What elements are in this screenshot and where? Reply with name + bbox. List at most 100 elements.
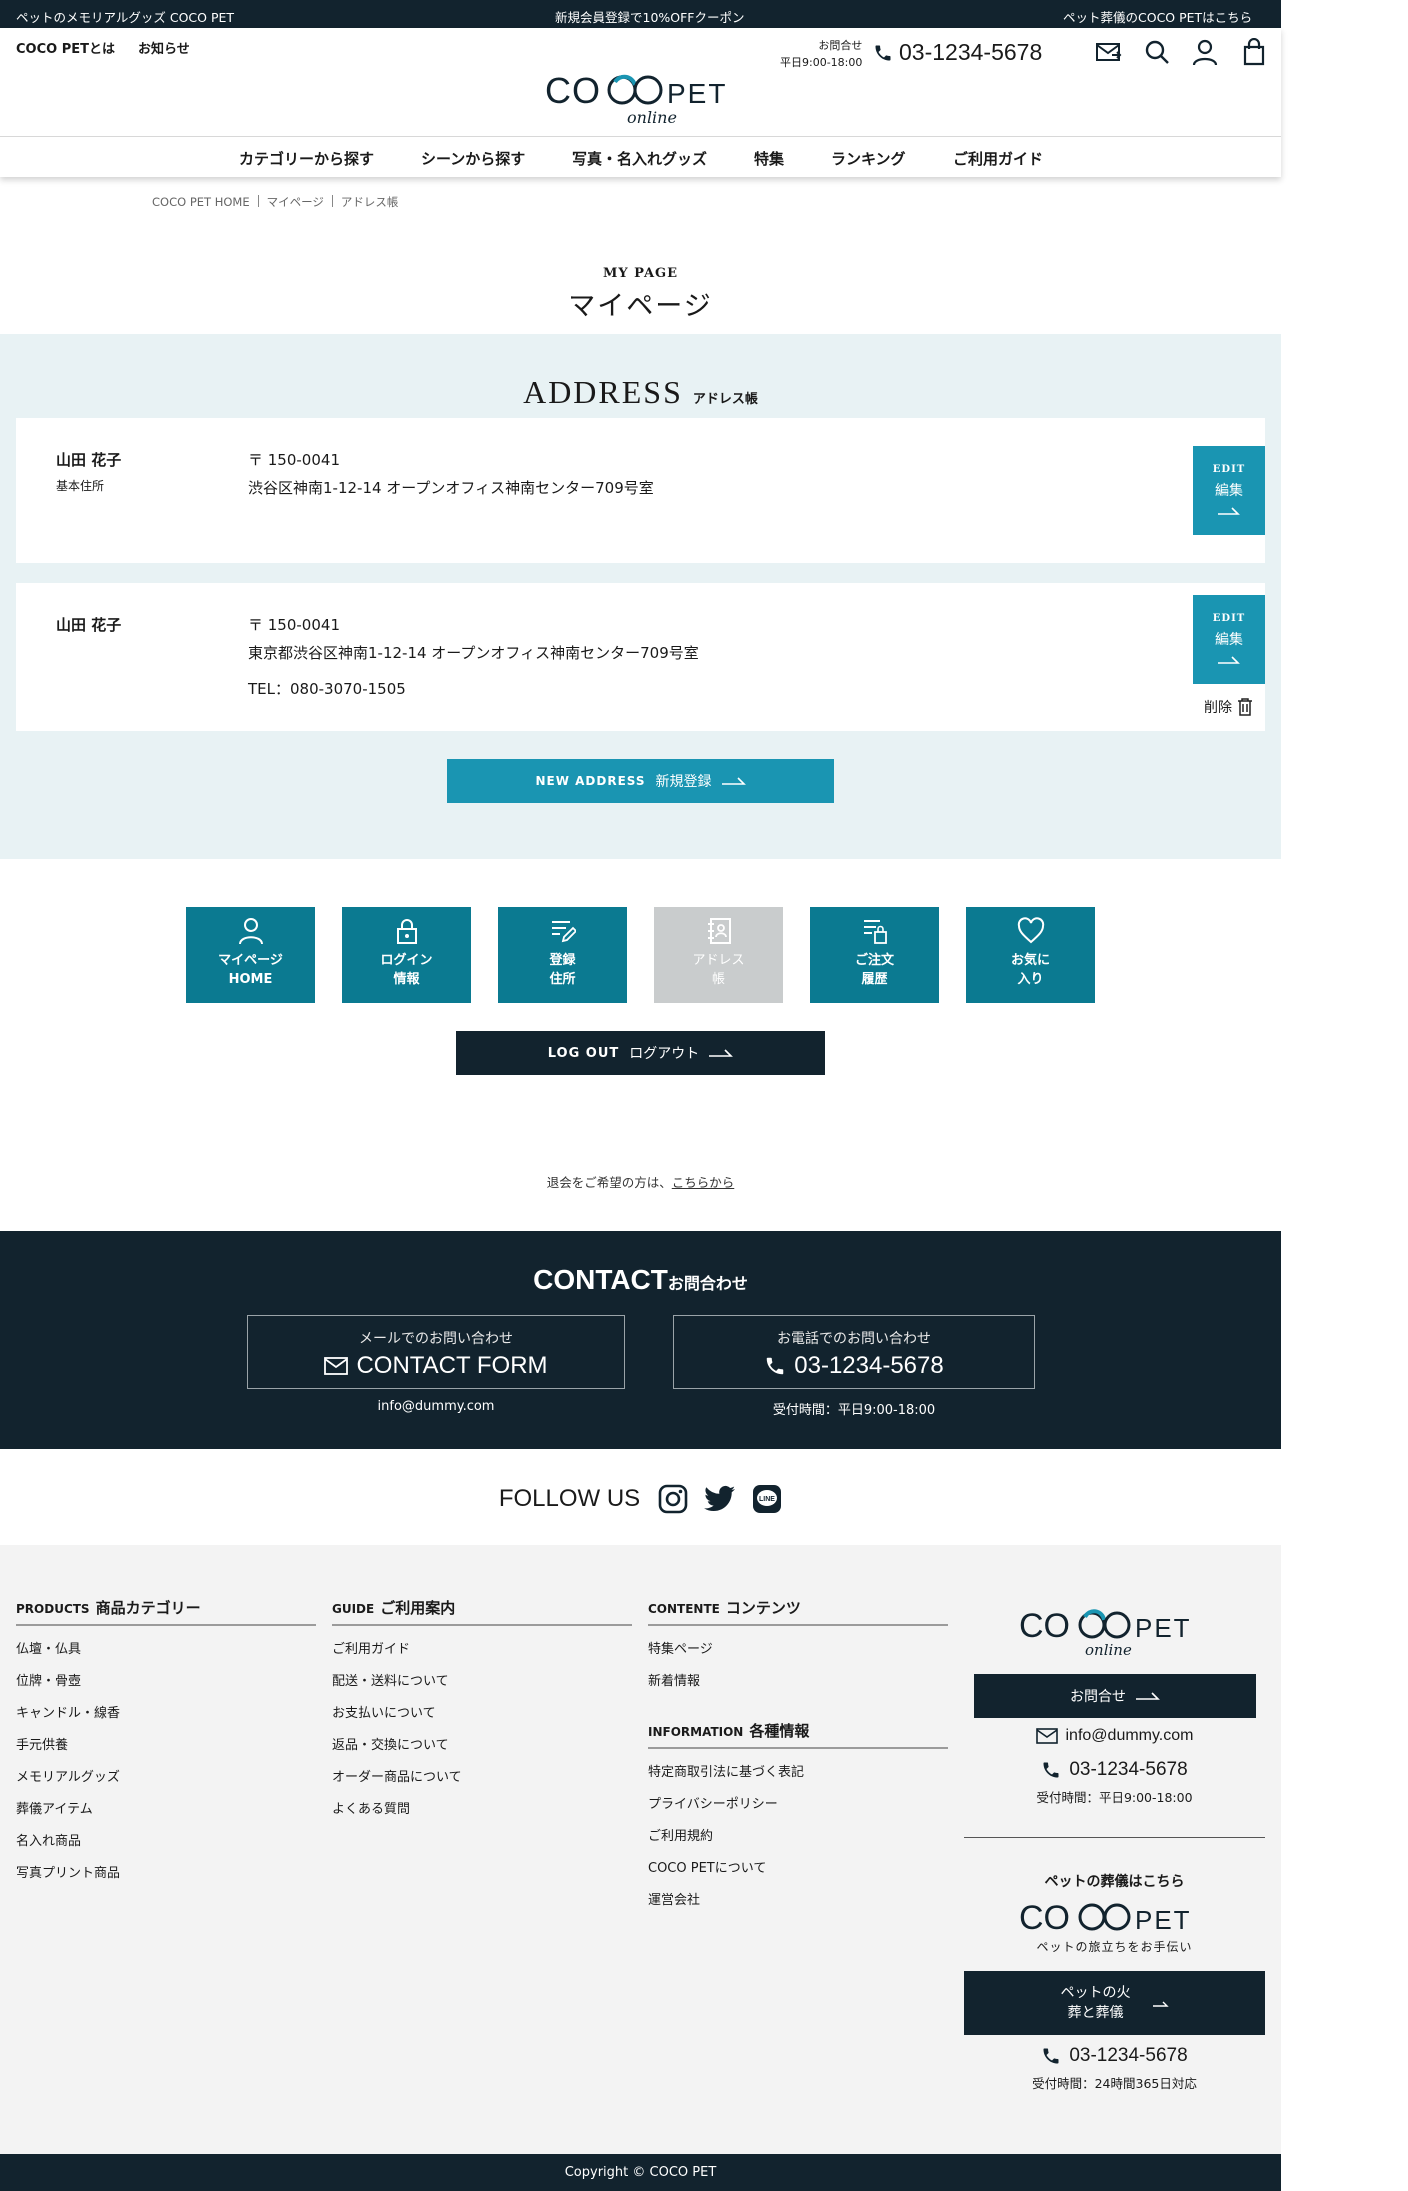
menu-tile-login-info[interactable]: ログイン 情報: [342, 907, 471, 1003]
footer-link[interactable]: 特定商取引法に基づく表記: [648, 1763, 948, 1795]
nav-category[interactable]: カテゴリーから探す: [239, 148, 374, 169]
footer-link[interactable]: 名入れ商品: [16, 1832, 316, 1864]
footer-heading-en: GUIDE: [332, 1602, 375, 1616]
footer-mail-address: info@dummy.com: [1065, 1727, 1194, 1744]
footer-contact-button[interactable]: お問合せ: [974, 1674, 1256, 1718]
tile-label: 住所: [549, 972, 576, 987]
funeral-phone[interactable]: 03-1234-5678: [964, 2045, 1265, 2067]
new-address-label-en: NEW ADDRESS: [535, 774, 646, 788]
mail-icon: [1035, 1728, 1058, 1744]
svg-text:online: online: [627, 108, 677, 127]
page-title: マイページ: [568, 291, 713, 322]
footer-link[interactable]: プライバシーポリシー: [648, 1795, 948, 1827]
address-line: 東京都渋谷区神南1-12-14 オープンオフィス神南センター709号室: [248, 644, 699, 662]
nav-photo-goods[interactable]: 写真・名入れグッズ: [572, 148, 707, 169]
search-icon[interactable]: [1143, 38, 1171, 66]
topbar-funeral-link[interactable]: ペット葬儀のCOCO PETはこちら: [1063, 7, 1252, 26]
footer-link[interactable]: ご利用規約: [648, 1827, 948, 1859]
arrow-right-icon: [1218, 656, 1240, 664]
edit-address-button[interactable]: EDIT 編集: [1193, 595, 1265, 684]
tile-label: マイページ: [218, 953, 283, 968]
copyright: Copyright © COCO PET: [0, 2154, 1281, 2191]
menu-tile-registered-address[interactable]: 登録 住所: [498, 907, 627, 1003]
about-link[interactable]: COCO PETとは: [16, 38, 115, 57]
menu-tile-order-history[interactable]: ご注文 履歴: [810, 907, 939, 1003]
menu-tile-address-book[interactable]: アドレス 帳: [654, 907, 783, 1003]
withdraw-link[interactable]: こちらから: [672, 1175, 735, 1190]
new-address-button[interactable]: NEW ADDRESS 新規登録: [447, 759, 834, 803]
delete-address-button[interactable]: 削除: [1204, 697, 1253, 717]
menu-tile-mypage-home[interactable]: マイページ HOME: [186, 907, 315, 1003]
footer-link[interactable]: 位牌・骨壺: [16, 1672, 316, 1704]
footer-link[interactable]: 手元供養: [16, 1736, 316, 1768]
footer-link[interactable]: 運営会社: [648, 1891, 948, 1923]
funeral-tagline: ペットの旅立ちをお手伝い: [1036, 1940, 1193, 1954]
edit-address-button[interactable]: EDIT 編集: [1193, 446, 1265, 535]
footer-heading-jp: ご利用案内: [380, 1599, 456, 1617]
topbar-brand-link[interactable]: ペットのメモリアルグッズ COCO PET: [16, 7, 234, 26]
footer-link[interactable]: オーダー商品について: [332, 1768, 632, 1800]
tile-label: お気に: [1010, 953, 1050, 968]
contact-section: CONTACTお問合わせ メールでのお問い合わせ CONTACT FORM in…: [0, 1231, 1281, 1449]
user-icon[interactable]: [1191, 38, 1219, 66]
footer-link[interactable]: お支払いについて: [332, 1704, 632, 1736]
footer-logo[interactable]: CO PET online: [1019, 1605, 1209, 1665]
footer-heading-en: INFORMATION: [648, 1725, 744, 1739]
footer-link[interactable]: よくある質問: [332, 1800, 632, 1832]
contact-phone-number: 03-1234-5678: [794, 1352, 944, 1379]
footer-divider: [964, 1837, 1265, 1838]
site-logo[interactable]: CO PET online: [545, 68, 735, 138]
menu-tile-favorites[interactable]: お気に 入り: [966, 907, 1095, 1003]
nav-feature[interactable]: 特集: [754, 148, 784, 169]
topbar-coupon-link[interactable]: 新規会員登録で10%OFFクーポン: [555, 7, 745, 26]
twitter-icon[interactable]: [704, 1485, 736, 1513]
contact-form-sub: メールでのお問い合わせ: [359, 1331, 513, 1347]
footer-heading-jp: 各種情報: [749, 1722, 810, 1740]
footer-heading-en: CONTENTE: [648, 1602, 720, 1616]
contact-phone-box[interactable]: お電話でのお問い合わせ 03-1234-5678: [673, 1315, 1035, 1389]
footer-link[interactable]: 特集ページ: [648, 1640, 948, 1672]
tile-label: ご注文: [854, 953, 894, 968]
nav-ranking[interactable]: ランキング: [831, 148, 906, 169]
footer-link[interactable]: キャンドル・線香: [16, 1704, 316, 1736]
footer-link[interactable]: COCO PETについて: [648, 1859, 948, 1891]
address-book-icon: [707, 918, 731, 944]
cart-icon[interactable]: [1240, 37, 1268, 66]
footer-link[interactable]: 仏壇・仏具: [16, 1640, 316, 1672]
address-line: 渋谷区神南1-12-14 オープンオフィス神南センター709号室: [248, 479, 654, 497]
mail-icon[interactable]: [1094, 38, 1122, 66]
logo-mark: CO PET online: [545, 70, 725, 127]
nav-guide[interactable]: ご利用ガイド: [953, 148, 1043, 169]
contact-form-box[interactable]: メールでのお問い合わせ CONTACT FORM: [247, 1315, 625, 1389]
address-tel: TEL：080-3070-1505: [248, 680, 406, 698]
instagram-icon[interactable]: [658, 1484, 688, 1514]
breadcrumb-mypage[interactable]: マイページ: [267, 195, 324, 209]
footer-link[interactable]: 葬儀アイテム: [16, 1800, 316, 1832]
footer-link[interactable]: 配送・送料について: [332, 1672, 632, 1704]
footer-guide: GUIDE ご利用案内 ご利用ガイド 配送・送料について お支払いについて 返品・…: [332, 1597, 632, 1832]
footer-link[interactable]: ご利用ガイド: [332, 1640, 632, 1672]
logout-label-en: LOG OUT: [547, 1045, 620, 1061]
withdraw-note: 退会をご希望の方は、こちらから: [0, 1172, 1281, 1191]
nav-scene[interactable]: シーンから探す: [421, 148, 525, 169]
footer-phone-number: 03-1234-5678: [1069, 1759, 1188, 1780]
breadcrumb-home[interactable]: COCO PET HOME: [152, 195, 250, 209]
header-phone[interactable]: 03-1234-5678: [873, 39, 1042, 66]
follow-us: FOLLOW US LINE: [0, 1482, 1281, 1516]
footer-link[interactable]: 新着情報: [648, 1672, 948, 1704]
footer-mail[interactable]: info@dummy.com: [964, 1727, 1265, 1745]
news-link[interactable]: お知らせ: [138, 38, 190, 57]
footer-phone[interactable]: 03-1234-5678: [964, 1759, 1265, 1781]
funeral-logo[interactable]: CO PET: [1019, 1897, 1209, 1937]
footer-link[interactable]: 返品・交換について: [332, 1736, 632, 1768]
address-heading-jp: アドレス帳: [692, 392, 758, 407]
order-history-icon: [863, 920, 887, 944]
footer-link[interactable]: メモリアルグッズ: [16, 1768, 316, 1800]
follow-label: FOLLOW US: [498, 1485, 641, 1512]
funeral-button[interactable]: ペットの火 葬と葬儀: [964, 1971, 1265, 2035]
tile-label: アドレス: [692, 953, 745, 968]
footer-link[interactable]: 写真プリント商品: [16, 1864, 316, 1896]
logout-button[interactable]: LOG OUT ログアウト: [456, 1031, 825, 1075]
line-icon[interactable]: LINE: [752, 1484, 782, 1514]
footer-heading-jp: コンテンツ: [725, 1599, 801, 1617]
